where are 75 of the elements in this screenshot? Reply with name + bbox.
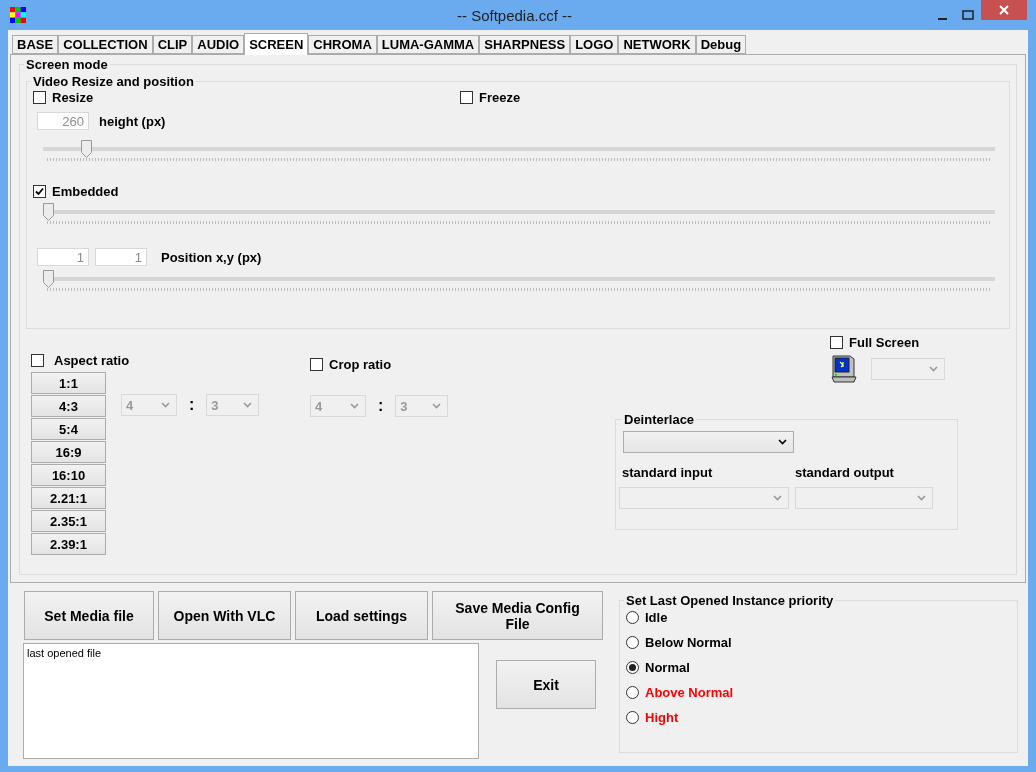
ratio-button[interactable]: 16:10 xyxy=(31,464,106,486)
field-label: height (px) xyxy=(99,113,166,129)
tab[interactable]: CLIP xyxy=(152,35,193,54)
minimize-icon xyxy=(937,18,947,20)
chevron-icon xyxy=(161,402,170,408)
ratio-button[interactable]: 16:9 xyxy=(31,441,106,463)
action-button[interactable]: Load settings xyxy=(295,591,428,640)
window-title: -- Softpedia.ccf -- xyxy=(455,6,573,24)
action-button[interactable]: Set Media file xyxy=(24,591,154,640)
tab[interactable]: AUDIO xyxy=(192,35,245,54)
checkbox[interactable] xyxy=(460,90,473,104)
chevron-icon xyxy=(773,494,782,501)
close-button[interactable] xyxy=(981,0,1027,20)
radio-button[interactable] xyxy=(626,686,639,699)
tab[interactable]: SCREEN xyxy=(244,33,309,55)
ratio-button[interactable]: 2.35:1 xyxy=(31,510,106,532)
checkbox-label: Embedded xyxy=(52,183,119,199)
checkbox[interactable] xyxy=(33,184,46,198)
tab[interactable]: SHARPNESS xyxy=(479,35,571,54)
tab[interactable]: NETWORK xyxy=(618,35,696,54)
group-title: Video Resize and position xyxy=(32,74,195,89)
checkbox[interactable] xyxy=(310,357,323,371)
tab[interactable]: COLLECTION xyxy=(58,35,153,54)
checkbox[interactable] xyxy=(31,354,44,367)
group-title: Screen mode xyxy=(25,57,109,72)
checkbox-label: Crop ratio xyxy=(329,356,392,372)
checkbox[interactable] xyxy=(830,335,843,349)
chevron-icon xyxy=(917,494,926,501)
exit-button[interactable]: Exit xyxy=(496,660,596,709)
slider-thumb[interactable] xyxy=(43,203,54,221)
app-icon xyxy=(10,7,26,23)
radio-label: Normal xyxy=(645,660,690,675)
checkbox[interactable] xyxy=(33,90,46,104)
ratio-button[interactable]: 2.39:1 xyxy=(31,533,106,555)
radio-label: Above Normal xyxy=(645,685,734,700)
tab[interactable]: LOGO xyxy=(570,35,619,54)
dropdown-label: standard output xyxy=(795,464,894,480)
checkbox-label: Full Screen xyxy=(849,334,920,350)
chevron-icon xyxy=(778,439,787,445)
ratio-button[interactable]: 1:1 xyxy=(31,372,106,394)
checkbox-label: Aspect ratio xyxy=(54,353,130,368)
tab[interactable]: Debug xyxy=(695,35,747,54)
ratio-button[interactable]: 2.21:1 xyxy=(31,487,106,509)
action-button[interactable]: Save Media Config File xyxy=(432,591,603,640)
group-title: Set Last Opened Instance priority xyxy=(625,593,835,608)
tab[interactable]: CHROMA xyxy=(308,35,377,54)
radio-button[interactable] xyxy=(626,661,639,674)
chevron-icon xyxy=(350,403,359,409)
tab[interactable]: LUMA-GAMMA xyxy=(376,35,480,54)
radio-label: Hight xyxy=(645,710,679,725)
tab[interactable]: BASE xyxy=(12,35,59,54)
radio-button[interactable] xyxy=(626,711,639,724)
chevron-icon xyxy=(243,402,253,408)
dropdown-label: standard input xyxy=(622,464,714,480)
log-field[interactable]: last opened file xyxy=(23,643,479,759)
monitor-icon xyxy=(830,354,858,384)
checkbox-label: Freeze xyxy=(479,89,521,105)
field-label: Position x,y (px) xyxy=(161,249,262,265)
radio-button[interactable] xyxy=(626,636,639,649)
chevron-icon xyxy=(432,403,442,409)
ratio-separator: : xyxy=(378,397,384,415)
action-button[interactable]: Open With VLC xyxy=(158,591,291,640)
radio-label: Idle xyxy=(645,610,668,625)
radio-label: Below Normal xyxy=(645,635,732,650)
close-icon xyxy=(999,5,1009,15)
ratio-separator: : xyxy=(189,396,195,414)
maximize-icon xyxy=(962,10,974,20)
ratio-button[interactable]: 5:4 xyxy=(31,418,106,440)
chevron-icon xyxy=(929,366,938,372)
checkbox-label: Resize xyxy=(52,89,94,105)
slider-thumb[interactable] xyxy=(80,140,92,158)
ratio-button[interactable]: 4:3 xyxy=(31,395,106,417)
group-title: Deinterlace xyxy=(623,412,696,427)
slider-thumb[interactable] xyxy=(43,270,54,288)
radio-button[interactable] xyxy=(626,611,639,624)
